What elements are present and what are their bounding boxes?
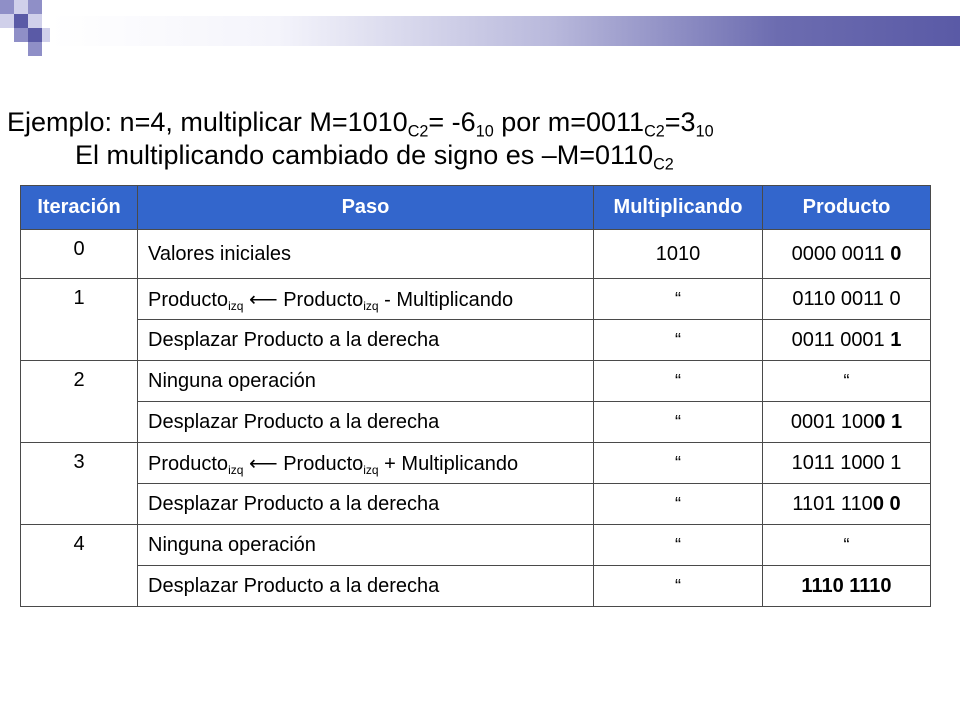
product-cell: 0011 0001 1	[762, 319, 931, 361]
step-cell: Productoizq ⟵ Productoizq + Multiplicand…	[137, 442, 594, 484]
table-row: 3 Productoizq ⟵ Productoizq + Multiplica…	[20, 442, 931, 525]
step-cell: Desplazar Producto a la derecha	[137, 565, 594, 607]
table-row: 0 Valores iniciales 1010 0000 0011 0	[20, 229, 931, 279]
table-row: 4 Ninguna operación “ “	[20, 524, 931, 607]
table-row: Desplazar Producto a la derecha “ 0011 0…	[21, 319, 931, 361]
text-segment: Producto	[283, 452, 364, 475]
multiplicand-cell: “	[593, 524, 763, 566]
text-segment: El multiplicando cambiado de signo es –M…	[75, 140, 654, 170]
multiplicand-cell: “	[593, 319, 763, 361]
deco-square	[0, 14, 14, 28]
product-value: 0110 0011 0	[792, 287, 901, 310]
step-cell: Ninguna operación	[137, 360, 594, 402]
text-segment: + Multiplicando	[378, 452, 519, 475]
text-segment: =3	[664, 107, 696, 137]
subscript: 10	[475, 122, 494, 141]
product-bold-bits: 0	[890, 242, 902, 265]
deco-square	[14, 14, 28, 28]
deco-square	[28, 42, 42, 56]
text-segment: Producto	[148, 452, 229, 475]
column-header-producto: Producto	[762, 185, 931, 230]
table-row: 1 Productoizq ⟵ Productoizq - Multiplica…	[20, 278, 931, 361]
product-bold-bits: 1	[890, 328, 902, 351]
table-row: Desplazar Producto a la derecha “ 1110 1…	[21, 565, 931, 607]
subscript: C2	[644, 122, 665, 141]
step-cell: Desplazar Producto a la derecha	[137, 483, 594, 525]
step-cell: Valores iniciales	[137, 229, 594, 279]
deco-square	[28, 14, 42, 28]
table-row: 2 Ninguna operación “ “	[20, 360, 931, 443]
column-header-iteracion: Iteración	[20, 185, 138, 230]
table-row: Desplazar Producto a la derecha “ 0001 1…	[21, 401, 931, 443]
multiplicand-cell: “	[593, 483, 763, 525]
multiplicand-cell: “	[593, 278, 763, 320]
product-cell: 1101 1100 0	[762, 483, 931, 525]
product-value: “	[843, 370, 850, 391]
deco-square	[14, 0, 28, 14]
subscript: izq	[363, 462, 379, 477]
step-cell: Ninguna operación	[137, 524, 594, 566]
product-bold-bits: 1110 1110	[801, 574, 892, 597]
negated-multiplicand-statement: El multiplicando cambiado de signo es –M…	[75, 140, 674, 174]
column-header-multiplicando: Multiplicando	[593, 185, 763, 230]
product-value: 1011 1000 1	[791, 451, 902, 474]
product-value: “	[843, 534, 850, 555]
product-value: 0011 0001	[791, 328, 891, 351]
subscript: C2	[653, 155, 674, 174]
table-row: Desplazar Producto a la derecha “ 1101 1…	[21, 483, 931, 525]
iteration-cell: 0	[20, 229, 138, 279]
step-cell: Desplazar Producto a la derecha	[137, 401, 594, 443]
multiplicand-cell: “	[593, 401, 763, 443]
subscript: izq	[228, 298, 244, 313]
product-cell: 0001 1000 1	[762, 401, 931, 443]
multiplicand-cell: “	[593, 442, 763, 484]
product-cell: “	[762, 524, 931, 566]
product-cell: 1110 1110	[762, 565, 931, 607]
text-segment: Producto	[283, 288, 364, 311]
product-value: 0001 100	[790, 410, 875, 433]
multiplicand-cell: 1010	[593, 229, 763, 279]
example-statement: Ejemplo: n=4, multiplicar M=1010C2= -610…	[7, 107, 714, 141]
product-cell: 0110 0011 0	[762, 278, 931, 320]
subscript: 10	[695, 122, 714, 141]
deco-square	[0, 0, 14, 14]
table-header-row: Iteración Paso Multiplicando Producto	[20, 185, 931, 230]
product-value: 0000 0011	[791, 242, 891, 265]
title-decoration	[0, 0, 960, 60]
iteration-cell: 4	[20, 524, 138, 607]
left-arrow-icon: ⟵	[243, 452, 284, 475]
subscript: izq	[228, 462, 244, 477]
step-cell: Productoizq ⟵ Productoizq - Multiplicand…	[137, 278, 594, 320]
text-segment: = -6	[428, 107, 476, 137]
deco-square	[14, 28, 28, 42]
left-arrow-icon: ⟵	[243, 288, 284, 311]
multiplicand-cell: “	[593, 360, 763, 402]
iteration-cell: 3	[20, 442, 138, 525]
product-cell: 0000 0011 0	[762, 229, 931, 279]
step-cell: Desplazar Producto a la derecha	[137, 319, 594, 361]
deco-square	[28, 28, 42, 42]
text-segment: por m=0011	[493, 107, 645, 137]
product-bold-bits: 0 1	[874, 410, 903, 433]
deco-gradient-bar	[50, 16, 960, 46]
multiplicand-cell: “	[593, 565, 763, 607]
column-header-paso: Paso	[137, 185, 594, 230]
deco-square	[28, 0, 42, 14]
subscript: C2	[407, 122, 429, 141]
text-segment: - Multiplicando	[378, 288, 514, 311]
booth-algorithm-table: Iteración Paso Multiplicando Producto 0 …	[20, 185, 931, 607]
iteration-cell: 2	[20, 360, 138, 443]
product-value: 1101 110	[792, 492, 873, 515]
product-bold-bits: 0 0	[872, 492, 901, 515]
text-segment: Producto	[148, 288, 229, 311]
product-cell: 1011 1000 1	[762, 442, 931, 484]
product-cell: “	[762, 360, 931, 402]
iteration-cell: 1	[20, 278, 138, 361]
text-segment: Ejemplo: n=4, multiplicar M=1010	[7, 107, 408, 137]
subscript: izq	[363, 298, 379, 313]
